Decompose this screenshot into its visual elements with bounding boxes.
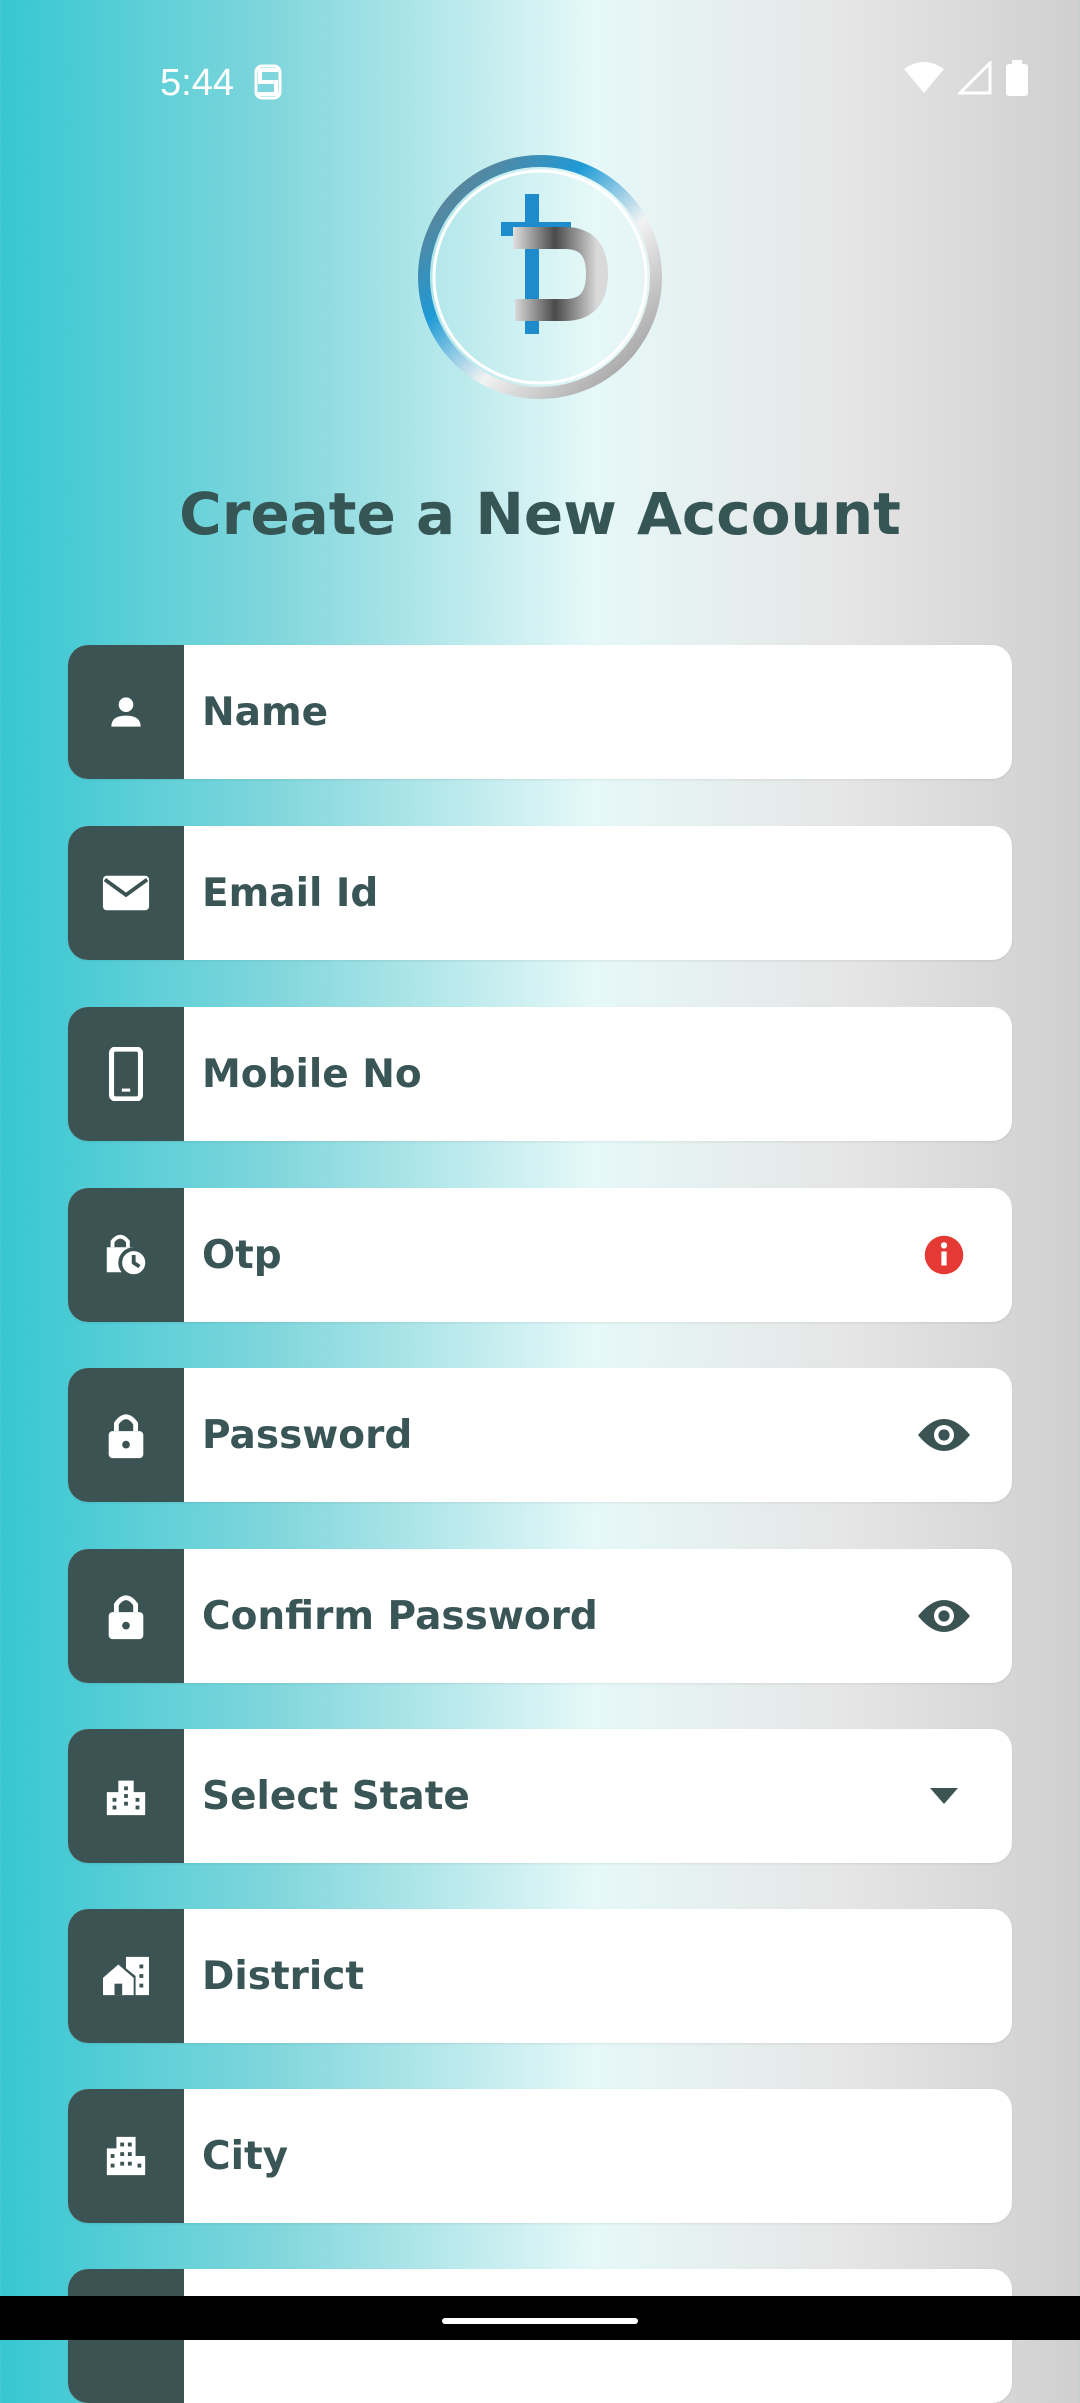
wifi-icon xyxy=(904,61,944,99)
status-time: 5:44 xyxy=(160,62,234,104)
city-icon xyxy=(68,2089,184,2223)
confirm-password-field-label: Confirm Password xyxy=(202,1593,598,1639)
person-icon xyxy=(68,645,184,779)
home-gesture-handle[interactable] xyxy=(442,2318,638,2324)
battery-icon xyxy=(1006,60,1028,100)
name-field-label: Name xyxy=(202,689,329,735)
mobile-field-label: Mobile No xyxy=(202,1051,422,1097)
city-field[interactable]: City xyxy=(68,2089,1012,2223)
building-icon xyxy=(68,1729,184,1863)
district-field[interactable]: District xyxy=(68,1909,1012,2043)
page-title: Create a New Account xyxy=(179,480,901,548)
sim-icon xyxy=(252,62,284,106)
otp-field[interactable]: Otp xyxy=(68,1188,1012,1322)
status-bar: 5:44 xyxy=(0,0,1080,120)
email-field-label: Email Id xyxy=(202,870,379,916)
password-field-label: Password xyxy=(202,1412,413,1458)
state-select[interactable]: Select State xyxy=(68,1729,1012,1863)
confirm-password-field[interactable]: Confirm Password xyxy=(68,1549,1012,1683)
app-logo xyxy=(415,152,665,402)
otp-field-label: Otp xyxy=(202,1232,282,1278)
password-field[interactable]: Password xyxy=(68,1368,1012,1502)
mail-icon xyxy=(68,826,184,960)
error-icon xyxy=(904,1234,984,1276)
lock-icon xyxy=(68,1368,184,1502)
email-field[interactable]: Email Id xyxy=(68,826,1012,960)
state-select-label: Select State xyxy=(202,1773,470,1819)
name-field[interactable]: Name xyxy=(68,645,1012,779)
phone-icon xyxy=(68,1007,184,1141)
eye-icon[interactable] xyxy=(904,1596,984,1636)
dropdown-arrow-icon[interactable] xyxy=(904,1788,984,1804)
home-building-icon xyxy=(68,1909,184,2043)
mobile-field[interactable]: Mobile No xyxy=(68,1007,1012,1141)
lock-icon xyxy=(68,1549,184,1683)
eye-icon[interactable] xyxy=(904,1415,984,1455)
district-field-label: District xyxy=(202,1953,364,1999)
timer-lock-icon xyxy=(68,1188,184,1322)
signal-icon xyxy=(956,59,992,99)
city-field-label: City xyxy=(202,2133,289,2179)
status-icons xyxy=(904,59,1028,100)
